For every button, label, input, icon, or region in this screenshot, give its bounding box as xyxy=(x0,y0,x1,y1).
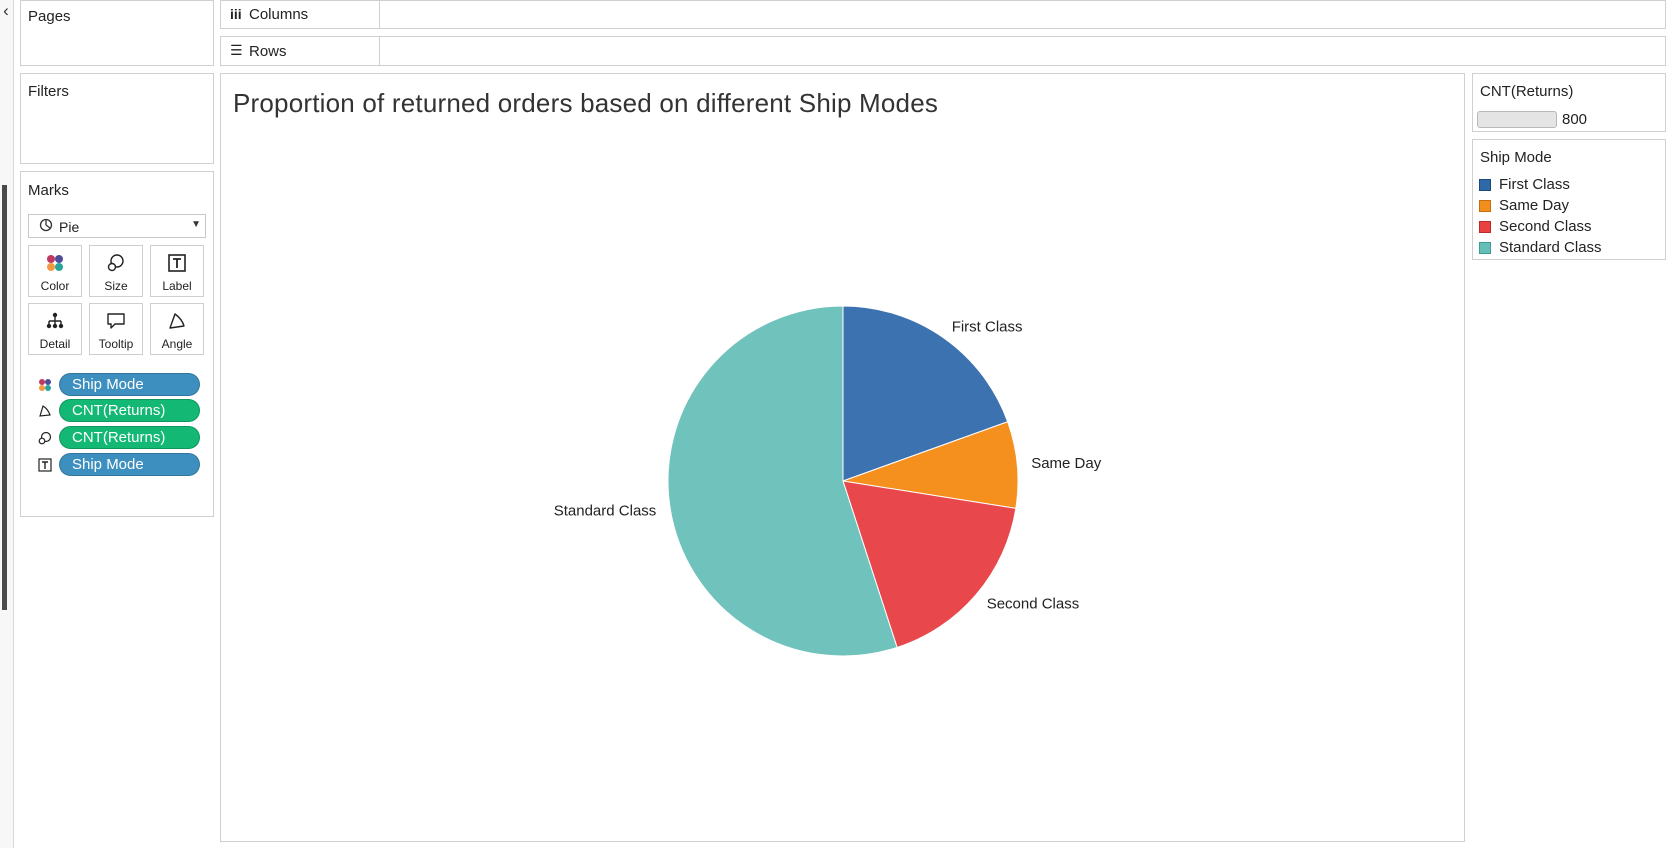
pie-chart: First Class Same Day Second Class Standard … xyxy=(554,305,1102,657)
tooltip-button-label: Tooltip xyxy=(98,337,134,351)
mark-type-dropdown[interactable]: Pie ▼ xyxy=(28,214,206,238)
label-button[interactable]: Label xyxy=(150,245,204,297)
label-button-label: Label xyxy=(162,279,192,293)
angle-button[interactable]: Angle xyxy=(150,303,204,355)
angle-icon xyxy=(37,403,53,419)
size-legend-bar xyxy=(1477,111,1557,128)
marks-title: Marks xyxy=(28,182,69,199)
mark-type-label: Pie xyxy=(59,219,80,235)
legend-label: Same Day xyxy=(1499,197,1570,214)
filters-card: Filters xyxy=(20,73,214,164)
legend-label: Second Class xyxy=(1499,218,1592,235)
size-legend-max: 800 xyxy=(1562,111,1588,128)
size-legend: CNT(Returns) 800 xyxy=(1472,73,1666,132)
legend-label: Standard Class xyxy=(1499,239,1602,256)
columns-divider xyxy=(379,1,380,28)
pie-chart-icon xyxy=(39,218,53,235)
pie-label-same-day: Same Day xyxy=(1031,455,1102,472)
color-legend: Ship Mode First Class Same Day Second Cl… xyxy=(1472,139,1666,260)
size-button-label: Size xyxy=(104,279,128,293)
collapse-chevron-icon[interactable]: ‹ xyxy=(0,2,12,22)
legend-swatch xyxy=(1479,200,1491,212)
chart-view: Proportion of returned orders based on d… xyxy=(220,73,1465,842)
rows-label: Rows xyxy=(249,43,287,60)
edge-scrollbar[interactable] xyxy=(2,185,7,610)
color-icon xyxy=(29,252,81,274)
filters-title: Filters xyxy=(28,83,69,100)
legend-swatch xyxy=(1479,242,1491,254)
size-icon xyxy=(37,430,53,446)
label-icon xyxy=(37,457,53,473)
chevron-down-icon: ▼ xyxy=(191,219,201,230)
pie-label-standard-class: Standard Class xyxy=(554,503,657,520)
columns-icon: iii xyxy=(230,6,242,22)
detail-icon xyxy=(29,310,81,332)
columns-shelf[interactable]: iii Columns xyxy=(220,0,1666,29)
ship-mode-color-pill[interactable]: Ship Mode xyxy=(59,373,200,396)
pages-title: Pages xyxy=(28,8,71,25)
legend-label: First Class xyxy=(1499,176,1570,193)
size-button[interactable]: Size xyxy=(89,245,143,297)
tooltip-button[interactable]: Tooltip xyxy=(89,303,143,355)
rows-shelf[interactable]: ☰ Rows xyxy=(220,36,1666,66)
color-button[interactable]: Color xyxy=(28,245,82,297)
label-icon xyxy=(151,252,203,274)
angle-button-label: Angle xyxy=(161,337,193,351)
angle-icon xyxy=(151,310,203,332)
cnt-returns-angle-pill[interactable]: CNT(Returns) xyxy=(59,399,200,422)
color-icon xyxy=(37,377,53,393)
legend-swatch xyxy=(1479,221,1491,233)
pie-label-second-class: Second Class xyxy=(987,596,1080,613)
size-icon xyxy=(90,252,142,274)
rows-divider xyxy=(379,37,380,65)
columns-label: Columns xyxy=(249,6,309,23)
tooltip-icon xyxy=(90,310,142,332)
size-legend-title: CNT(Returns) xyxy=(1480,83,1574,100)
detail-button[interactable]: Detail xyxy=(28,303,82,355)
pages-card: Pages xyxy=(20,0,214,66)
pie-label-first-class: First Class xyxy=(952,318,1023,335)
color-button-label: Color xyxy=(40,279,70,293)
color-legend-title: Ship Mode xyxy=(1480,149,1552,166)
rows-icon: ☰ xyxy=(230,42,243,58)
legend-swatch xyxy=(1479,179,1491,191)
cnt-returns-size-pill[interactable]: CNT(Returns) xyxy=(59,426,200,449)
detail-button-label: Detail xyxy=(39,337,71,351)
ship-mode-label-pill[interactable]: Ship Mode xyxy=(59,453,200,476)
